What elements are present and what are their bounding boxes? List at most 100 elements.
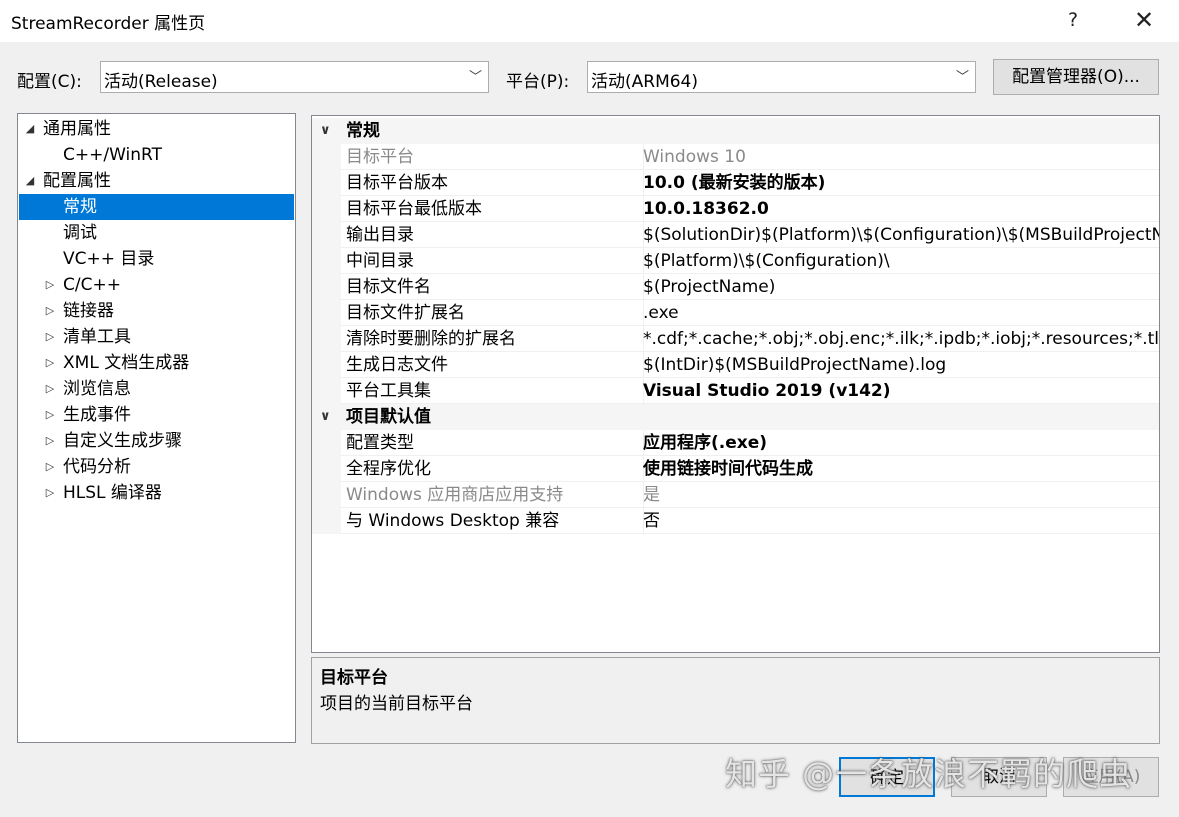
category-title: 项目默认值 xyxy=(346,407,431,427)
row-gutter xyxy=(312,508,341,534)
property-value[interactable]: .exe xyxy=(639,300,1159,326)
tree-item[interactable]: 常规 xyxy=(19,194,294,220)
property-grid[interactable]: ∨ 常规目标平台 Windows 10 目标平台版本 10.0 (最新安装的版本) 目标平… xyxy=(311,115,1160,653)
property-value[interactable]: 使用链接时间代码生成 xyxy=(639,456,1159,482)
property-row[interactable]: 全程序优化 使用链接时间代码生成 xyxy=(312,456,1159,482)
property-value[interactable]: *.cdf;*.cache;*.obj;*.obj.enc;*.ilk;*.ip… xyxy=(639,326,1159,352)
property-row[interactable]: 生成日志文件 $(IntDir)$(MSBuildProjectName).log xyxy=(312,352,1159,378)
config-value: 活动(Release) xyxy=(104,72,218,92)
expand-arrow-icon[interactable]: ▷ xyxy=(43,376,57,402)
property-value[interactable]: 10.0.18362.0 xyxy=(639,196,1159,222)
tree-item-label: 生成事件 xyxy=(63,405,131,425)
title-bar: StreamRecorder 属性页 ? ✕ xyxy=(0,0,1179,42)
config-label: 配置(C): xyxy=(17,72,82,92)
help-icon[interactable]: ? xyxy=(1062,6,1084,34)
property-tree[interactable]: ◢ 通用属性 C++/WinRT ◢ 配置属性 常规调试 VC++ 目录 ▷ C/C++ ▷ 链接器… xyxy=(17,113,296,743)
category-header[interactable]: ∨ 常规 xyxy=(312,118,1159,144)
expand-arrow-icon[interactable]: ▷ xyxy=(43,350,57,376)
property-name: 目标文件扩展名 xyxy=(341,300,644,326)
expand-arrow-icon[interactable]: ▷ xyxy=(43,298,57,324)
property-value[interactable]: Windows 10 xyxy=(639,144,1159,170)
tree-item[interactable]: 调试 xyxy=(19,220,294,246)
property-value[interactable]: 10.0 (最新安装的版本) xyxy=(639,170,1159,196)
tree-item-label: XML 文档生成器 xyxy=(63,353,190,373)
description-text: 项目的当前目标平台 xyxy=(320,694,473,714)
close-icon[interactable]: ✕ xyxy=(1130,6,1158,34)
expand-arrow-icon[interactable]: ▷ xyxy=(43,480,57,506)
property-name: 目标平台最低版本 xyxy=(341,196,644,222)
configuration-manager-button[interactable]: 配置管理器(O)... xyxy=(993,59,1159,95)
property-name: 输出目录 xyxy=(341,222,644,248)
property-name: 中间目录 xyxy=(341,248,644,274)
property-name: 平台工具集 xyxy=(341,378,644,404)
tree-item[interactable]: VC++ 目录 xyxy=(19,246,294,272)
expand-arrow-icon[interactable]: ▷ xyxy=(43,272,57,298)
category-header[interactable]: ∨ 项目默认值 xyxy=(312,404,1159,430)
row-gutter xyxy=(312,378,341,404)
property-name: Windows 应用商店应用支持 xyxy=(341,482,644,508)
property-row[interactable]: 配置类型 应用程序(.exe) xyxy=(312,430,1159,456)
tree-item[interactable]: ▷ 清单工具 xyxy=(19,324,294,350)
expand-arrow-icon[interactable]: ▷ xyxy=(43,324,57,350)
property-row[interactable]: 平台工具集 Visual Studio 2019 (v142) xyxy=(312,378,1159,404)
tree-item[interactable]: ▷ 浏览信息 xyxy=(19,376,294,402)
collapse-chevron-icon[interactable]: ∨ xyxy=(320,118,331,144)
property-value[interactable]: 否 xyxy=(639,508,1159,534)
tree-item-label: 清单工具 xyxy=(63,327,131,347)
window-title: StreamRecorder 属性页 xyxy=(11,14,206,34)
platform-value: 活动(ARM64) xyxy=(591,72,699,92)
property-row[interactable]: 目标平台最低版本 10.0.18362.0 xyxy=(312,196,1159,222)
row-gutter xyxy=(312,144,341,170)
category-title: 常规 xyxy=(346,121,380,141)
property-value[interactable]: $(SolutionDir)$(Platform)\$(Configuratio… xyxy=(639,222,1159,248)
property-row[interactable]: 与 Windows Desktop 兼容否 xyxy=(312,508,1159,534)
tree-item[interactable]: ▷ 代码分析 xyxy=(19,454,294,480)
chevron-down-icon: ﹀ xyxy=(468,70,482,85)
property-row[interactable]: 目标文件名 $(ProjectName) xyxy=(312,274,1159,300)
tree-item[interactable]: ▷ 链接器 xyxy=(19,298,294,324)
tree-item[interactable]: ▷ XML 文档生成器 xyxy=(19,350,294,376)
row-gutter xyxy=(312,456,341,482)
row-gutter xyxy=(312,222,341,248)
tree-item[interactable]: ◢ 配置属性 xyxy=(19,168,294,194)
property-row[interactable]: 目标文件扩展名 .exe xyxy=(312,300,1159,326)
property-row[interactable]: Windows 应用商店应用支持是 xyxy=(312,482,1159,508)
tree-item-label: HLSL 编译器 xyxy=(63,483,162,503)
property-value[interactable]: 应用程序(.exe) xyxy=(639,430,1159,456)
tree-item-label: 自定义生成步骤 xyxy=(63,431,182,451)
property-name: 清除时要删除的扩展名 xyxy=(341,326,644,352)
property-value[interactable]: $(Platform)\$(Configuration)\ xyxy=(639,248,1159,274)
property-name: 目标平台版本 xyxy=(341,170,644,196)
expand-arrow-icon[interactable]: ▷ xyxy=(43,428,57,454)
property-value[interactable]: $(ProjectName) xyxy=(639,274,1159,300)
property-name: 与 Windows Desktop 兼容 xyxy=(341,508,644,534)
property-row[interactable]: 目标平台 Windows 10 xyxy=(312,144,1159,170)
collapse-arrow-icon[interactable]: ◢ xyxy=(23,168,37,194)
config-dropdown[interactable]: 活动(Release) ﹀ xyxy=(100,61,489,93)
collapse-chevron-icon[interactable]: ∨ xyxy=(320,404,331,430)
expand-arrow-icon[interactable]: ▷ xyxy=(43,454,57,480)
tree-item-label: 调试 xyxy=(63,223,97,243)
tree-item[interactable]: ▷ 生成事件 xyxy=(19,402,294,428)
property-name: 全程序优化 xyxy=(341,456,644,482)
tree-item-label: VC++ 目录 xyxy=(63,249,155,269)
description-title: 目标平台 xyxy=(320,668,388,688)
property-value[interactable]: $(IntDir)$(MSBuildProjectName).log xyxy=(639,352,1159,378)
property-row[interactable]: 目标平台版本 10.0 (最新安装的版本) xyxy=(312,170,1159,196)
expand-arrow-icon[interactable]: ▷ xyxy=(43,402,57,428)
property-row[interactable]: 输出目录 $(SolutionDir)$(Platform)\$(Configur… xyxy=(312,222,1159,248)
tree-item[interactable]: C++/WinRT xyxy=(19,142,294,168)
tree-item[interactable]: ▷ HLSL 编译器 xyxy=(19,480,294,506)
property-row[interactable]: 中间目录 $(Platform)\$(Configuration)\ xyxy=(312,248,1159,274)
tree-item[interactable]: ▷ 自定义生成步骤 xyxy=(19,428,294,454)
tree-item-label: C/C++ xyxy=(63,275,121,295)
property-value[interactable]: 是 xyxy=(639,482,1159,508)
tree-item[interactable]: ◢ 通用属性 xyxy=(19,116,294,142)
tree-item[interactable]: ▷ C/C++ xyxy=(19,272,294,298)
property-row[interactable]: 清除时要删除的扩展名 *.cdf;*.cache;*.obj;*.obj.enc;… xyxy=(312,326,1159,352)
platform-dropdown[interactable]: 活动(ARM64) ﹀ xyxy=(587,61,976,93)
property-value[interactable]: Visual Studio 2019 (v142) xyxy=(639,378,1159,404)
watermark: 知乎 @一条放浪不羁的爬虫 xyxy=(725,755,1133,793)
collapse-arrow-icon[interactable]: ◢ xyxy=(23,116,37,142)
row-gutter xyxy=(312,352,341,378)
